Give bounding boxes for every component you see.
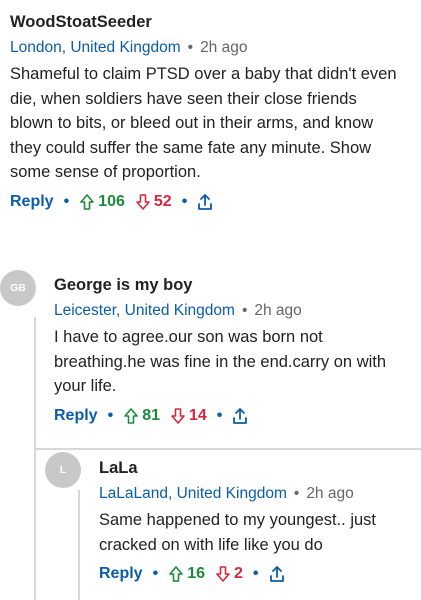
separator-dot: • [293, 485, 300, 502]
avatar[interactable]: L [45, 452, 81, 488]
share-button[interactable] [269, 565, 288, 583]
downvote-button[interactable]: 52 [135, 193, 172, 211]
share-button[interactable] [197, 193, 216, 211]
share-icon [197, 193, 213, 211]
downvote-count: 14 [188, 406, 207, 424]
separator-dot: • [181, 192, 188, 210]
arrow-up-icon [79, 193, 95, 211]
comment-time: 2h ago [254, 302, 302, 319]
downvote-count: 2 [233, 565, 243, 582]
comment-body: Shameful to claim PTSD over a baby that … [10, 65, 397, 181]
comment-george-is-my-boy: George is my boy Leicester, United Kingd… [54, 275, 414, 427]
separator-dot: • [63, 192, 70, 210]
share-icon [269, 565, 285, 583]
comment-username[interactable]: WoodStoatSeeder [10, 12, 410, 32]
separator-dot: • [107, 406, 114, 424]
downvote-button[interactable]: 14 [170, 407, 207, 425]
comment-location[interactable]: London, United Kingdom [10, 39, 181, 56]
avatar[interactable]: GB [0, 270, 36, 306]
upvote-button[interactable]: 106 [79, 193, 125, 211]
comment-location[interactable]: LaLaLand, United Kingdom [99, 485, 287, 502]
upvote-count: 16 [187, 565, 205, 582]
comment-actions: Reply • 16 2 • [99, 563, 414, 585]
upvote-button[interactable]: 81 [123, 407, 160, 425]
thread-line-level-2-vertical [78, 490, 80, 600]
comment-lala: LaLa LaLaLand, United Kingdom • 2h ago Sam… [99, 458, 414, 585]
separator-dot: • [241, 302, 248, 319]
arrow-down-icon [215, 565, 231, 583]
comment-username[interactable]: LaLa [99, 458, 414, 478]
arrow-up-icon [168, 565, 184, 583]
share-icon [232, 407, 248, 425]
comment-meta: London, United Kingdom • 2h ago [10, 38, 410, 58]
separator-dot: • [252, 565, 259, 582]
comment-meta: LaLaLand, United Kingdom • 2h ago [99, 484, 414, 504]
arrow-down-icon [135, 193, 151, 211]
comment-meta: Leicester, United Kingdom • 2h ago [54, 301, 414, 321]
thread-line-level-1 [34, 317, 36, 600]
thread-line-level-2-horizontal [34, 448, 421, 450]
separator-dot: • [216, 406, 223, 424]
separator-dot: • [152, 565, 159, 582]
upvote-count: 81 [142, 406, 160, 424]
comment-username[interactable]: George is my boy [54, 275, 414, 295]
arrow-down-icon [170, 407, 186, 425]
share-button[interactable] [232, 407, 251, 425]
comment-actions: Reply • 106 52 • [10, 191, 410, 213]
comment-actions: Reply • 81 14 • [54, 405, 414, 427]
reply-button[interactable]: Reply [99, 565, 143, 583]
reply-button[interactable]: Reply [54, 407, 98, 425]
comment-time: 2h ago [200, 39, 248, 56]
comment-time: 2h ago [306, 485, 354, 502]
downvote-count: 52 [153, 192, 172, 210]
upvote-button[interactable]: 16 [168, 565, 205, 583]
upvote-count: 106 [98, 192, 125, 210]
comment-body: Same happened to my youngest.. just crac… [99, 511, 377, 554]
comment-location[interactable]: Leicester, United Kingdom [54, 302, 235, 319]
comment-body: I have to agree.our son was born not bre… [54, 328, 387, 395]
arrow-up-icon [123, 407, 139, 425]
separator-dot: • [187, 39, 194, 56]
reply-button[interactable]: Reply [10, 193, 54, 211]
downvote-button[interactable]: 2 [215, 565, 243, 583]
comment-woodstoatseeder: WoodStoatSeeder London, United Kingdom • 2… [10, 12, 410, 213]
